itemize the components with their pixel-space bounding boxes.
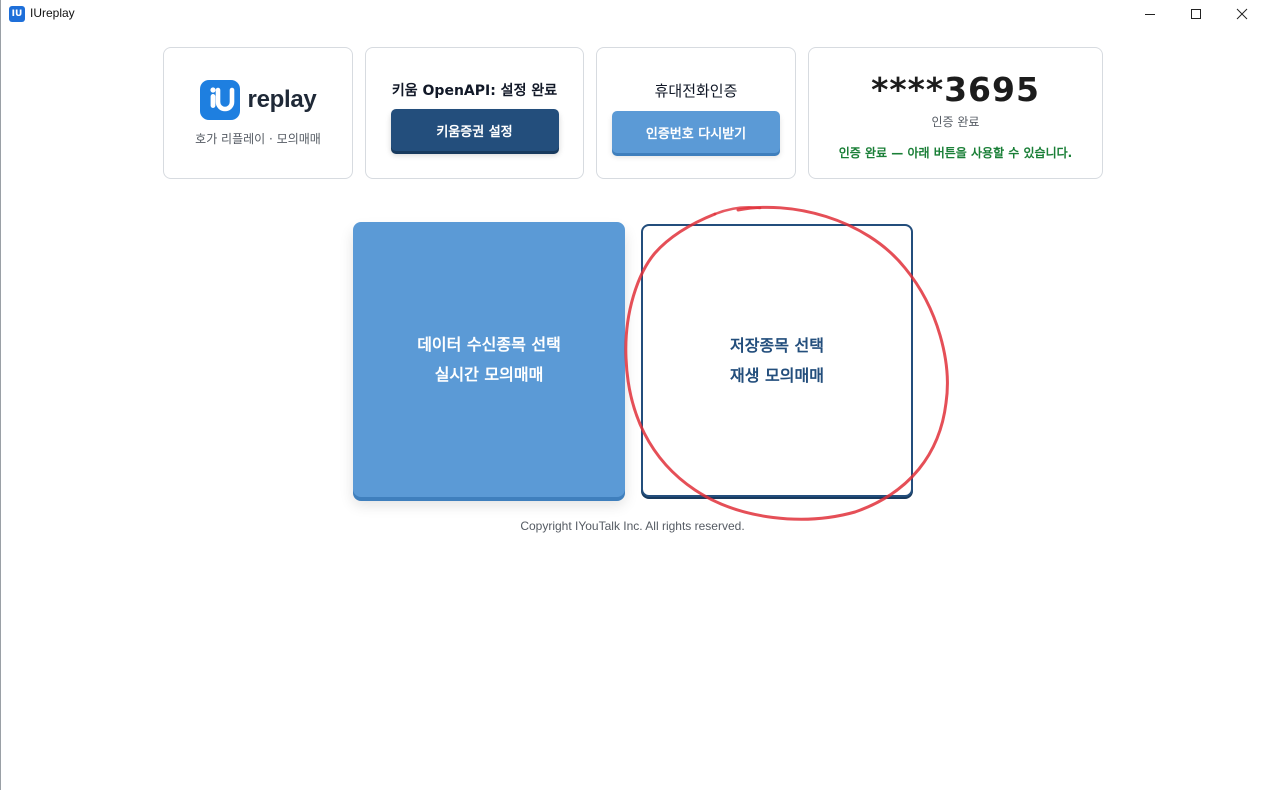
resend-code-button[interactable]: 인증번호 다시받기 (612, 111, 780, 153)
kiwoom-settings-button[interactable]: 키움증권 설정 (390, 109, 559, 151)
title-bar: IU IUreplay (0, 0, 1265, 28)
app-window: IU IUreplay replay 호가 리플레이 · 모의매매 키움 Ope… (0, 0, 1265, 790)
auth-message: 인증 완료 — 아래 버튼을 사용할 수 있습니다. (838, 146, 1073, 160)
minimize-icon (1145, 14, 1155, 15)
close-icon (1236, 8, 1248, 20)
kiwoom-status: 키움 OpenAPI: 설정 완료 (391, 83, 558, 99)
brand-subtitle: 호가 리플레이 · 모의매매 (195, 132, 321, 146)
phone-auth-card: 휴대전화인증 인증번호 다시받기 (596, 47, 796, 179)
maximize-button[interactable] (1173, 0, 1219, 28)
replay-button-line1: 저장종목 선택 (730, 335, 824, 355)
logo: replay (199, 80, 317, 120)
maximize-icon (1191, 9, 1201, 19)
iu-logo-icon (199, 80, 240, 120)
realtime-button-line1: 데이터 수신종목 선택 (417, 334, 561, 354)
replay-button-line2: 재생 모의매매 (730, 365, 824, 385)
kiwoom-card: 키움 OpenAPI: 설정 완료 키움증권 설정 (365, 47, 584, 179)
close-button[interactable] (1219, 0, 1265, 28)
replay-trading-button[interactable]: 저장종목 선택 재생 모의매매 (641, 224, 913, 497)
masked-phone-number: ****3695 (871, 70, 1040, 109)
minimize-button[interactable] (1127, 0, 1173, 28)
auth-status-card: ****3695 인증 완료 인증 완료 — 아래 버튼을 사용할 수 있습니다… (808, 47, 1103, 179)
realtime-trading-button[interactable]: 데이터 수신종목 선택 실시간 모의매매 (353, 222, 625, 497)
app-icon: IU (9, 6, 25, 22)
realtime-button-line2: 실시간 모의매매 (434, 364, 544, 384)
window-edge (0, 0, 1, 790)
copyright-text: Copyright IYouTalk Inc. All rights reser… (520, 519, 745, 533)
logo-card: replay 호가 리플레이 · 모의매매 (163, 47, 353, 179)
window-title: IUreplay (30, 6, 75, 20)
phone-auth-title: 휴대전화인증 (654, 82, 738, 100)
auth-status-label: 인증 완료 (931, 115, 980, 129)
brand-name: replay (247, 86, 317, 113)
